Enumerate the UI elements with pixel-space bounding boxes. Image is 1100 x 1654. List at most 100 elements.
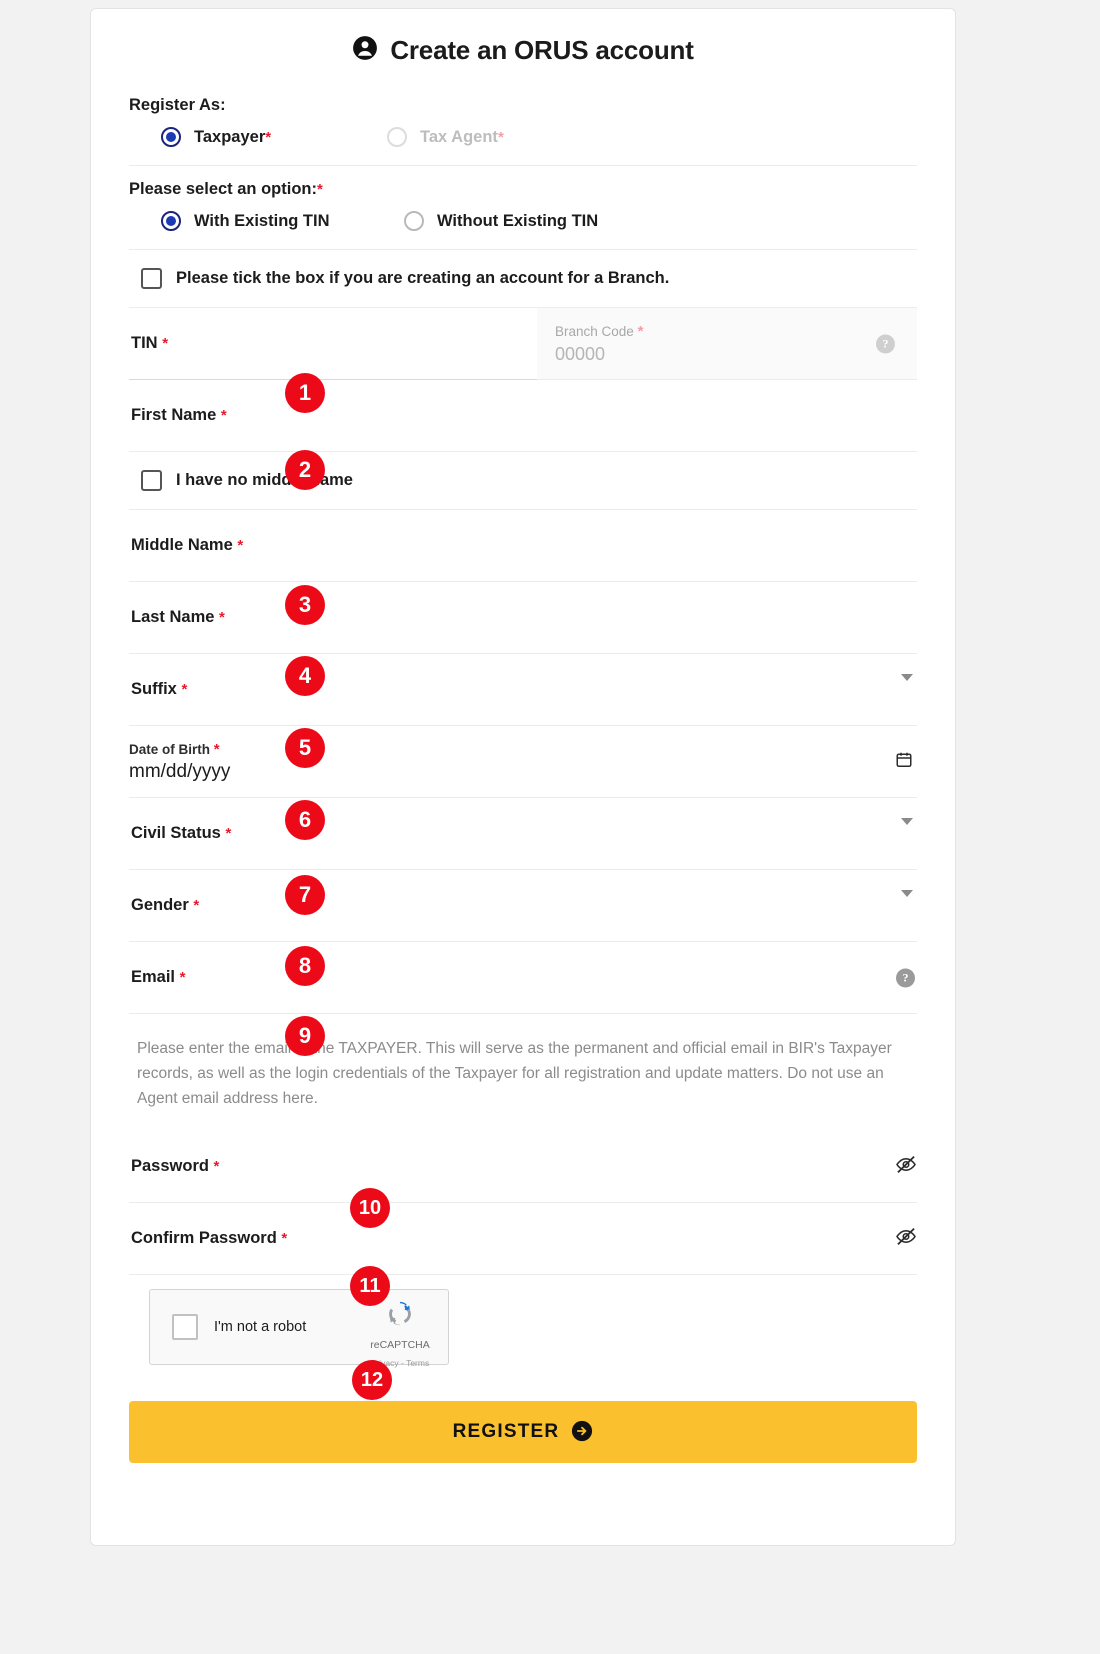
- email-label: Email: [131, 968, 176, 986]
- required-marker: *: [316, 181, 323, 198]
- badge-4: 4: [285, 656, 325, 696]
- tin-branch-row: TIN * Branch Code * 00000 ?: [129, 308, 917, 380]
- civil-status-label: Civil Status: [131, 824, 221, 842]
- card-header: Create an ORUS account: [91, 9, 955, 82]
- branch-checkbox-label: Please tick the box if you are creating …: [176, 269, 670, 287]
- badge-9: 9: [285, 1016, 325, 1056]
- eye-off-icon[interactable]: [895, 1225, 917, 1252]
- radio-taxpayer-indicator[interactable]: [161, 127, 181, 147]
- calendar-icon[interactable]: [895, 750, 913, 773]
- radio-option-without-existing-tin[interactable]: Without Existing TIN: [404, 211, 598, 231]
- badge-3: 3: [285, 585, 325, 625]
- register-as-section: Register As: Taxpayer* Tax Agent*: [129, 82, 917, 166]
- chevron-down-icon[interactable]: [901, 673, 913, 699]
- badge-11: 11: [350, 1266, 390, 1306]
- branch-code-field[interactable]: Branch Code * 00000 ?: [537, 308, 917, 380]
- suffix-label: Suffix: [131, 680, 177, 698]
- first-name-field[interactable]: First Name *: [129, 380, 917, 452]
- last-name-label: Last Name: [131, 608, 215, 626]
- date-of-birth-field[interactable]: Date of Birth * mm/dd/yyyy: [129, 726, 917, 798]
- branch-checkbox-row[interactable]: Please tick the box if you are creating …: [129, 250, 917, 307]
- confirm-password-field[interactable]: Confirm Password *: [129, 1203, 917, 1275]
- chevron-down-icon[interactable]: [901, 817, 913, 843]
- register-button[interactable]: REGISTER: [129, 1401, 917, 1463]
- radio-tax-agent-indicator[interactable]: [387, 127, 407, 147]
- middle-name-label: Middle Name: [131, 536, 233, 554]
- gender-label: Gender: [131, 896, 189, 914]
- register-as-options: Taxpayer* Tax Agent*: [129, 119, 917, 165]
- required-marker: *: [265, 128, 272, 146]
- required-marker: *: [281, 1230, 288, 1247]
- radio-with-tin-indicator[interactable]: [161, 211, 181, 231]
- submit-section: REGISTER: [91, 1365, 955, 1463]
- recaptcha-widget[interactable]: I'm not a robot reCAPTCHA Privacy - Term…: [149, 1289, 449, 1368]
- registration-card: Create an ORUS account Register As: Taxp…: [90, 8, 956, 1546]
- no-middle-name-checkbox[interactable]: [141, 470, 162, 491]
- page-title: Create an ORUS account: [390, 35, 694, 65]
- required-marker: *: [179, 969, 186, 986]
- required-marker: *: [637, 322, 644, 340]
- form-body: Register As: Taxpayer* Tax Agent* Please…: [91, 82, 955, 1368]
- no-middle-name-row[interactable]: I have no middle name: [129, 452, 917, 509]
- badge-8: 8: [285, 946, 325, 986]
- required-marker: *: [237, 537, 244, 554]
- required-marker: *: [181, 681, 188, 698]
- date-of-birth-label: Date of Birth: [129, 741, 210, 757]
- account-circle-icon: [352, 35, 378, 66]
- eye-off-icon[interactable]: [895, 1153, 917, 1180]
- required-marker: *: [162, 335, 169, 352]
- required-marker: *: [213, 1158, 220, 1175]
- help-circle-icon[interactable]: ?: [876, 334, 895, 353]
- date-of-birth-placeholder: mm/dd/yyyy: [129, 760, 231, 782]
- badge-12: 12: [352, 1360, 392, 1400]
- badge-6: 6: [285, 800, 325, 840]
- arrow-right-circle-icon: [571, 1420, 593, 1445]
- civil-status-field[interactable]: Civil Status *: [129, 798, 917, 870]
- chevron-down-icon[interactable]: [901, 889, 913, 915]
- email-note: Please enter the email of the TAXPAYER. …: [137, 1040, 892, 1107]
- radio-without-tin-indicator[interactable]: [404, 211, 424, 231]
- badge-7: 7: [285, 875, 325, 915]
- register-button-label: REGISTER: [452, 1421, 560, 1442]
- required-marker: *: [219, 609, 225, 626]
- select-option-options: With Existing TIN Without Existing TIN: [129, 203, 917, 249]
- radio-taxpayer-label: Taxpayer: [194, 127, 266, 146]
- suffix-field[interactable]: Suffix *: [129, 654, 917, 726]
- radio-option-with-existing-tin[interactable]: With Existing TIN: [129, 211, 404, 231]
- branch-checkbox[interactable]: [141, 268, 162, 289]
- badge-1: 1: [285, 373, 325, 413]
- badge-2: 2: [285, 450, 325, 490]
- required-marker: *: [213, 740, 220, 758]
- no-middle-name-section: I have no middle name: [129, 452, 917, 510]
- tin-field[interactable]: TIN *: [129, 308, 537, 380]
- required-marker: *: [497, 128, 504, 146]
- email-field[interactable]: Email * ?: [129, 942, 917, 1014]
- middle-name-field[interactable]: Middle Name *: [129, 510, 917, 582]
- tin-label: TIN: [131, 334, 158, 352]
- branch-code-label: Branch Code: [555, 323, 634, 339]
- recaptcha-brand-name: reCAPTCHA: [370, 1339, 430, 1351]
- register-as-label: Register As:: [129, 96, 226, 114]
- password-label: Password: [131, 1157, 209, 1175]
- badge-10: 10: [350, 1188, 390, 1228]
- gender-field[interactable]: Gender *: [129, 870, 917, 942]
- password-field[interactable]: Password *: [129, 1131, 917, 1203]
- radio-option-tax-agent[interactable]: Tax Agent*: [387, 127, 504, 147]
- help-circle-icon[interactable]: ?: [896, 968, 915, 987]
- recaptcha-checkbox[interactable]: [172, 1314, 198, 1340]
- required-marker: *: [225, 825, 232, 842]
- last-name-field[interactable]: Last Name *: [129, 582, 917, 654]
- recaptcha-section: I'm not a robot reCAPTCHA Privacy - Term…: [129, 1275, 917, 1368]
- first-name-label: First Name: [131, 406, 217, 424]
- select-option-section: Please select an option:* With Existing …: [129, 166, 917, 250]
- branch-checkbox-section: Please tick the box if you are creating …: [129, 250, 917, 308]
- radio-option-taxpayer[interactable]: Taxpayer*: [129, 127, 387, 147]
- radio-tax-agent-label: Tax Agent: [420, 127, 498, 146]
- branch-code-placeholder: 00000: [555, 343, 606, 364]
- radio-without-tin-label: Without Existing TIN: [437, 211, 599, 230]
- badge-5: 5: [285, 728, 325, 768]
- recaptcha-label: I'm not a robot: [214, 1319, 307, 1335]
- radio-with-tin-label: With Existing TIN: [194, 211, 330, 230]
- confirm-password-label: Confirm Password: [131, 1229, 277, 1247]
- required-marker: *: [220, 407, 227, 424]
